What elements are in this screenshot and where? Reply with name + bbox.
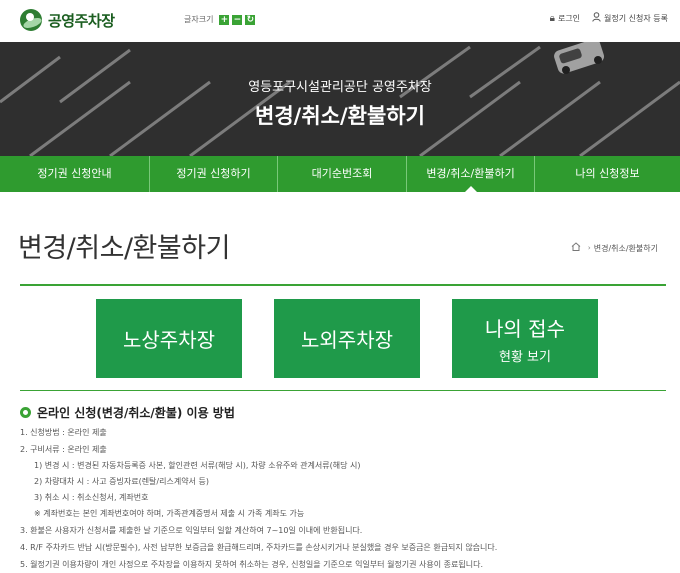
list-item: 4. R/F 주차카드 반납 시(방문필수), 사전 납부한 보증금을 환급해드… [20,543,498,552]
nav-item-change-cancel-refund[interactable]: 변경/취소/환불하기 [407,156,535,192]
chevron-right-icon: › [587,244,591,252]
offstreet-parking-label: 노외주차장 [301,328,393,352]
list-item: 3) 취소 시 : 취소신청서, 계좌번호 [34,493,149,502]
street-parking-button[interactable]: 노상주차장 [96,299,242,378]
register-link[interactable]: 월정기 신청자 등록 [592,12,668,25]
my-application-status-button[interactable]: 나의 접수 현황 보기 [452,299,598,378]
list-item: 1) 변경 시 : 변경된 자동차등록증 사본, 할인관련 서류(해당 시), … [34,461,361,470]
bullet-icon [20,407,31,418]
nav-item-waiting-number[interactable]: 대기순번조회 [278,156,407,192]
font-size-label: 글자크기 [184,15,214,24]
breadcrumb-current: 변경/취소/환불하기 [593,243,658,253]
user-icon [592,12,601,25]
login-link[interactable]: 🔒︎ 로그인 [550,13,580,24]
logo-icon [20,9,42,31]
divider [20,284,666,286]
my-application-label-1: 나의 접수 [485,316,565,341]
list-item: 2. 구비서류 : 온라인 제출 [20,445,107,454]
info-list: 1. 신청방법 : 온라인 제출 2. 구비서류 : 온라인 제출 1) 변경 … [20,424,670,573]
list-item: 3. 환불은 사용자가 신청서를 제출한 날 기준으로 익일부터 일할 계산하여… [20,526,363,535]
list-item: 1. 신청방법 : 온라인 제출 [20,428,107,437]
nav-item-my-application[interactable]: 나의 신청정보 [535,156,680,192]
hero-banner: 영등포구시설관리공단 공영주차장 변경/취소/환불하기 [0,42,680,156]
hero-title: 변경/취소/환불하기 [255,104,425,128]
list-item: 2) 차량대차 시 : 사고 증빙자료(렌탈/리스계약서 등) [34,477,209,486]
logo-text: 공영주차장 [48,11,115,30]
offstreet-parking-button[interactable]: 노외주차장 [274,299,420,378]
my-application-label-2: 현황 보기 [499,349,551,365]
list-item: ※ 계좌번호는 본인 계좌번호여야 하며, 가족관계증명서 제출 시 가족 계좌… [34,509,305,518]
street-parking-label: 노상주차장 [123,328,215,352]
login-label: 로그인 [557,14,581,23]
site-logo[interactable]: 공영주차장 [20,9,115,31]
info-heading: 온라인 신청(변경/취소/환불) 이용 방법 [20,404,235,421]
main-nav: 정기권 신청안내 정기권 신청하기 대기순번조회 변경/취소/환불하기 나의 신… [0,156,680,192]
page-title: 변경/취소/환불하기 [18,233,230,264]
font-size-control: 글자크기 + − ↻ [184,14,256,25]
font-increase-button[interactable]: + [219,14,230,25]
register-label: 월정기 신청자 등록 [604,14,668,23]
divider [20,390,666,391]
font-reset-button[interactable]: ↻ [245,14,256,25]
info-heading-text: 온라인 신청(변경/취소/환불) 이용 방법 [37,406,235,420]
breadcrumb: › 변경/취소/환불하기 [571,242,658,254]
utility-menu: 🔒︎ 로그인 월정기 신청자 등록 [538,12,668,25]
top-bar: 공영주차장 글자크기 + − ↻ 🔒︎ 로그인 월정기 신청자 등록 [0,0,680,42]
lock-icon: 🔒︎ [549,13,555,24]
hero-subtitle: 영등포구시설관리공단 공영주차장 [248,80,432,95]
nav-item-season-apply[interactable]: 정기권 신청하기 [150,156,278,192]
nav-item-season-guide[interactable]: 정기권 신청안내 [0,156,150,192]
home-icon[interactable] [571,242,581,254]
list-item: 5. 월정기권 이용차량이 개인 사정으로 주차장을 이용하지 못하여 취소하는… [20,560,484,569]
font-decrease-button[interactable]: − [232,14,243,25]
